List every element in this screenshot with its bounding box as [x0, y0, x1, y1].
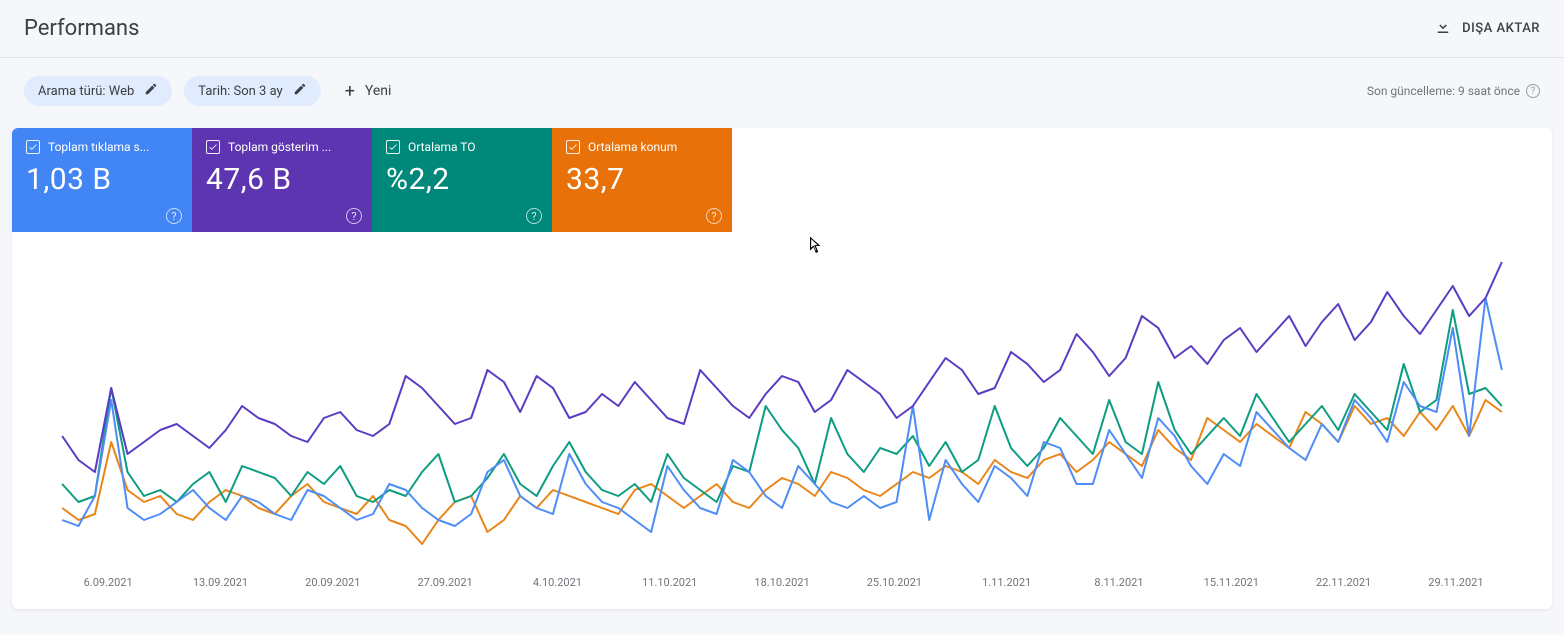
x-tick-label: 11.10.2021 [614, 576, 726, 589]
x-tick-label: 20.09.2021 [277, 576, 389, 589]
help-icon[interactable]: ? [346, 208, 362, 224]
x-tick-label: 25.10.2021 [838, 576, 950, 589]
x-tick-label: 4.10.2021 [501, 576, 613, 589]
filters-row: Arama türü: Web Tarih: Son 3 ay + Yeni S… [0, 58, 1564, 116]
performance-line-chart [52, 252, 1512, 572]
chart-area [12, 232, 1552, 572]
x-tick-label: 29.11.2021 [1400, 576, 1512, 589]
kpi-row: Toplam tıklama s... 1,03 B ? Toplam göst… [12, 128, 1552, 232]
filter-chip-date[interactable]: Tarih: Son 3 ay [184, 76, 320, 106]
cursor-icon [810, 236, 824, 256]
kpi-card-position[interactable]: Ortalama konum 33,7 ? [552, 128, 732, 232]
export-button[interactable]: DIŞA AKTAR [1434, 18, 1540, 40]
x-tick-label: 8.11.2021 [1063, 576, 1175, 589]
add-filter-button[interactable]: + Yeni [345, 81, 392, 102]
kpi-label: Toplam gösterim ... [228, 140, 331, 154]
help-icon[interactable]: ? [1526, 84, 1540, 98]
help-icon[interactable]: ? [706, 208, 722, 224]
last-update: Son güncelleme: 9 saat önce ? [1367, 84, 1540, 98]
kpi-value: 1,03 B [26, 162, 178, 197]
kpi-value: 47,6 B [206, 162, 358, 197]
series-ctr [62, 310, 1502, 502]
checkbox-checked-icon [26, 140, 40, 154]
x-tick-label: 13.09.2021 [164, 576, 276, 589]
x-tick-label: 18.10.2021 [726, 576, 838, 589]
kpi-card-ctr[interactable]: Ortalama TO %2,2 ? [372, 128, 552, 232]
pencil-icon [144, 82, 158, 100]
kpi-label: Toplam tıklama s... [48, 140, 149, 154]
kpi-card-impressions[interactable]: Toplam gösterim ... 47,6 B ? [192, 128, 372, 232]
checkbox-checked-icon [566, 140, 580, 154]
x-tick-label: 6.09.2021 [52, 576, 164, 589]
pencil-icon [293, 82, 307, 100]
kpi-label: Ortalama TO [408, 140, 476, 154]
x-tick-label: 22.11.2021 [1287, 576, 1399, 589]
kpi-value: %2,2 [386, 162, 538, 197]
add-filter-label: Yeni [365, 83, 392, 99]
checkbox-checked-icon [206, 140, 220, 154]
series-impressions [62, 262, 1502, 472]
help-icon[interactable]: ? [166, 208, 182, 224]
page-title: Performans [24, 16, 139, 41]
series-clicks [62, 298, 1502, 532]
series-position [62, 400, 1502, 544]
filter-chip-label: Tarih: Son 3 ay [198, 84, 282, 99]
checkbox-checked-icon [386, 140, 400, 154]
export-label: DIŞA AKTAR [1462, 21, 1540, 36]
download-icon [1434, 18, 1452, 40]
kpi-value: 33,7 [566, 162, 718, 197]
filter-chip-label: Arama türü: Web [38, 84, 134, 99]
performance-panel: Toplam tıklama s... 1,03 B ? Toplam göst… [12, 128, 1552, 609]
x-tick-label: 1.11.2021 [951, 576, 1063, 589]
filter-chips: Arama türü: Web Tarih: Son 3 ay + Yeni [24, 76, 391, 106]
kpi-label: Ortalama konum [588, 140, 677, 154]
filter-chip-search-type[interactable]: Arama türü: Web [24, 76, 172, 106]
x-tick-label: 15.11.2021 [1175, 576, 1287, 589]
page-header: Performans DIŞA AKTAR [0, 0, 1564, 58]
help-icon[interactable]: ? [526, 208, 542, 224]
plus-icon: + [345, 81, 355, 102]
chart-x-axis: 6.09.202113.09.202120.09.202127.09.20214… [12, 572, 1552, 589]
kpi-card-clicks[interactable]: Toplam tıklama s... 1,03 B ? [12, 128, 192, 232]
last-update-text: Son güncelleme: 9 saat önce [1367, 84, 1520, 98]
x-tick-label: 27.09.2021 [389, 576, 501, 589]
